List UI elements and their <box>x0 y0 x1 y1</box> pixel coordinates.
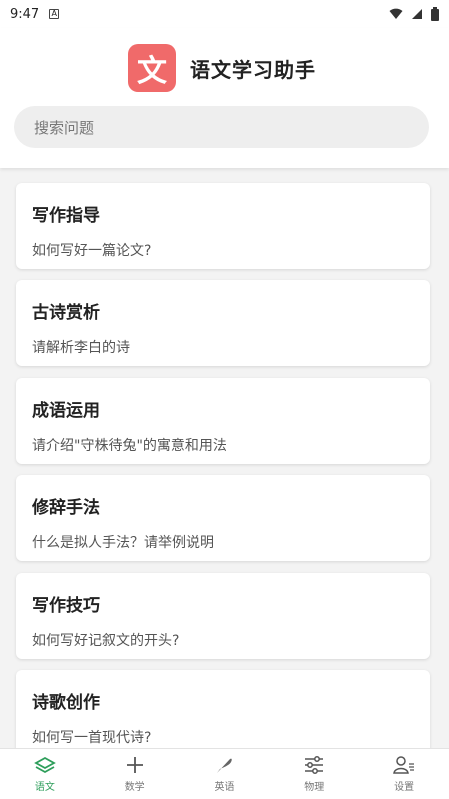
card-subtitle: 什么是拟人手法？请举例说明 <box>32 535 214 551</box>
card-title: 古诗赏析 <box>32 303 100 323</box>
card-title: 写作指导 <box>32 206 100 226</box>
question-card[interactable]: 诗歌创作 如何写一首现代诗? <box>16 670 430 748</box>
nav-item-chinese[interactable]: 语文 <box>0 749 90 799</box>
nav-label: 语文 <box>34 782 55 793</box>
nav-label: 英语 <box>214 782 235 793</box>
question-list: 写作指导 如何写好一篇论文? 古诗赏析 请解析李白的诗 成语运用 请介绍"守株待… <box>0 168 449 748</box>
question-card[interactable]: 写作指导 如何写好一篇论文? <box>16 183 430 269</box>
search-input[interactable]: 搜索问题 <box>14 106 429 148</box>
status-icons <box>389 7 439 21</box>
layers-icon <box>34 755 56 775</box>
nav-label: 设置 <box>394 782 415 793</box>
sliders-icon <box>303 755 325 775</box>
app-title: 语文学习助手 <box>190 58 316 82</box>
question-card[interactable]: 写作技巧 如何写好记叙文的开头? <box>16 573 430 659</box>
question-card[interactable]: 修辞手法 什么是拟人手法？请举例说明 <box>16 475 430 561</box>
card-title: 成语运用 <box>32 401 100 421</box>
wifi-icon <box>389 8 403 19</box>
card-title: 修辞手法 <box>32 498 100 518</box>
status-time: 9:47 <box>10 6 40 22</box>
card-title: 写作技巧 <box>32 596 100 616</box>
user-settings-icon <box>393 755 415 775</box>
feather-icon <box>213 755 235 775</box>
card-subtitle: 请介绍"守株待兔"的寓意和用法 <box>32 438 227 454</box>
nav-item-math[interactable]: 数学 <box>90 749 180 799</box>
nav-item-settings[interactable]: 设置 <box>359 749 449 799</box>
card-title: 诗歌创作 <box>32 693 100 713</box>
nav-label: 物理 <box>304 782 325 793</box>
card-subtitle: 请解析李白的诗 <box>32 340 130 356</box>
card-subtitle: 如何写一首现代诗? <box>32 730 152 746</box>
app-header: 文 语文学习助手 搜索问题 <box>0 28 449 168</box>
question-card[interactable]: 成语运用 请介绍"守株待兔"的寓意和用法 <box>16 378 430 464</box>
nav-item-physics[interactable]: 物理 <box>269 749 359 799</box>
bottom-nav: 语文 数学 英语 物理 设置 <box>0 748 449 799</box>
app-logo: 文 <box>128 44 176 92</box>
notification-a-icon: A <box>49 9 60 19</box>
nav-label: 数学 <box>124 782 145 793</box>
plus-icon <box>124 755 146 775</box>
signal-icon <box>412 9 422 19</box>
question-card[interactable]: 古诗赏析 请解析李白的诗 <box>16 280 430 366</box>
status-bar: 9:47 A <box>0 0 449 28</box>
nav-item-english[interactable]: 英语 <box>180 749 270 799</box>
battery-icon <box>431 7 439 21</box>
card-subtitle: 如何写好记叙文的开头? <box>32 633 180 649</box>
card-subtitle: 如何写好一篇论文? <box>32 243 152 259</box>
